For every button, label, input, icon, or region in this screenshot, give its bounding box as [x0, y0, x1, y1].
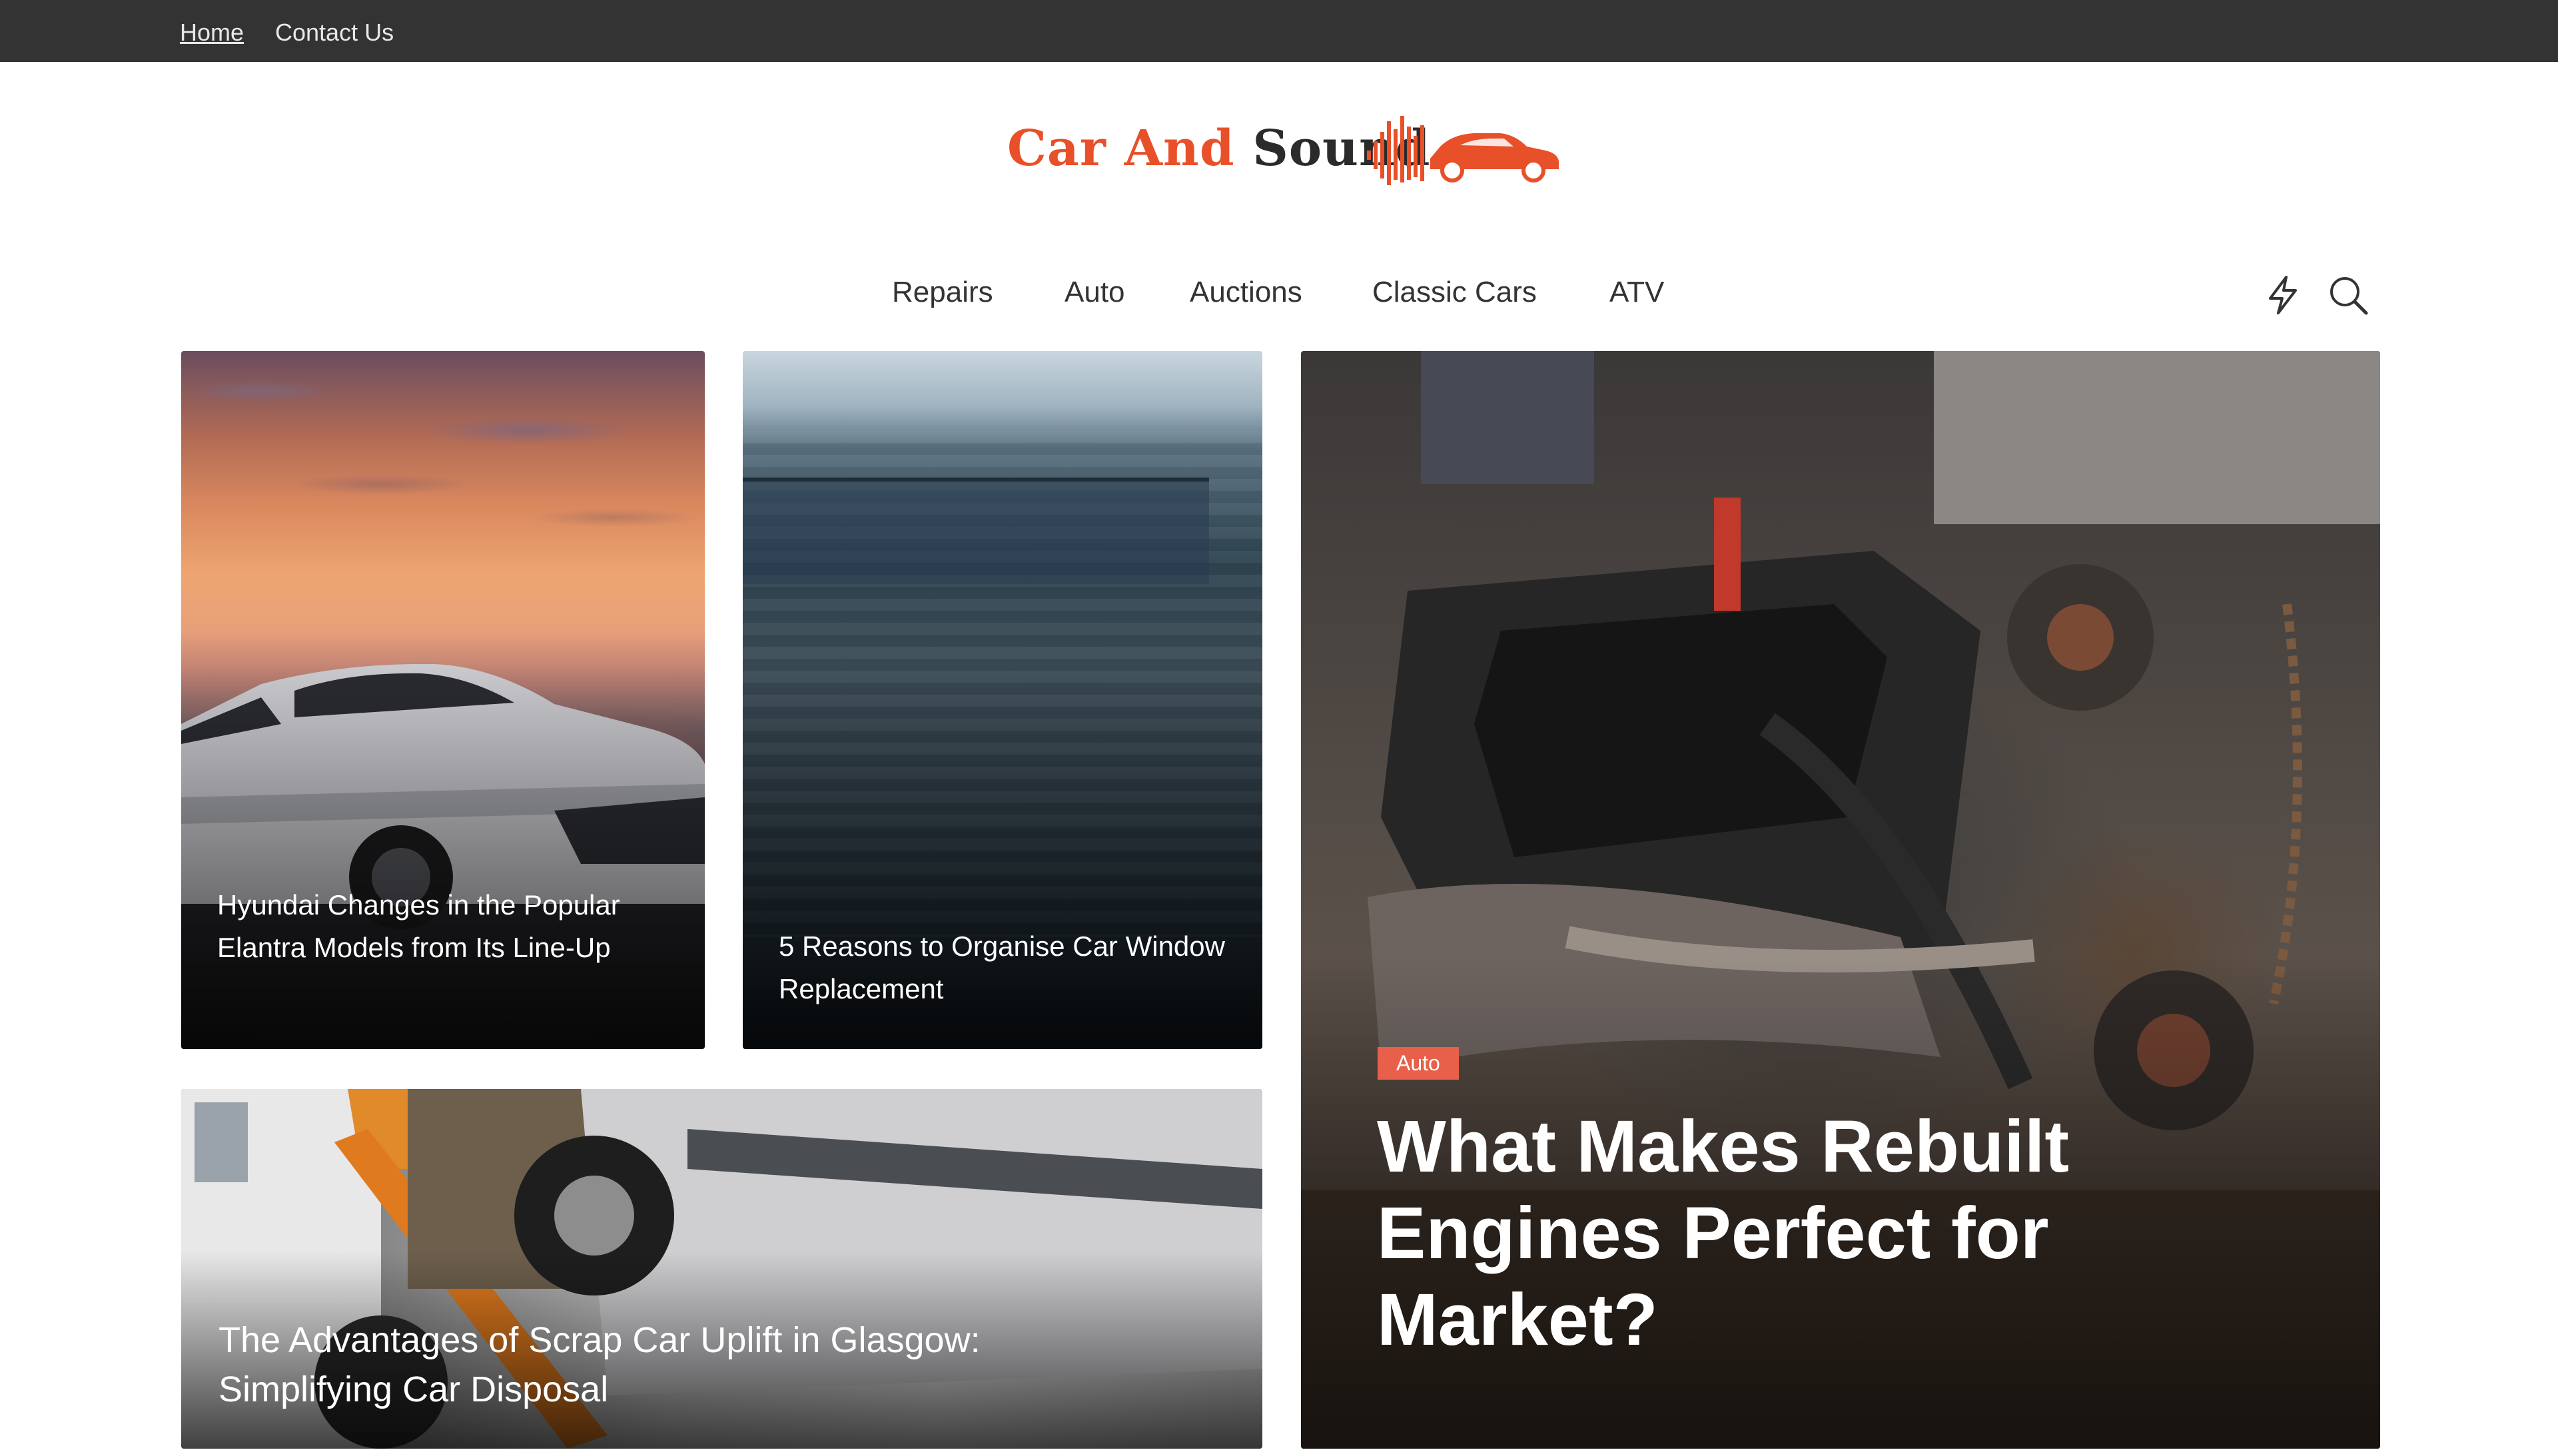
logo-word-and: And	[1124, 120, 1235, 177]
post-title[interactable]: Hyundai Changes in the Popular Elantra M…	[217, 884, 670, 969]
search-icon[interactable]	[2325, 272, 2371, 318]
nav-item-auctions[interactable]: Auctions	[1190, 276, 1302, 309]
post-title[interactable]: 5 Reasons to Organise Car Window Replace…	[779, 925, 1238, 1010]
featured-post-card[interactable]: Auto What Makes Rebuilt Engines Perfect …	[1301, 351, 2380, 1449]
post-card-scrap-car[interactable]: The Advantages of Scrap Car Uplift in Gl…	[181, 1089, 1262, 1449]
nav-item-auto[interactable]: Auto	[1065, 276, 1125, 309]
nav-item-atv[interactable]: ATV	[1609, 276, 1664, 309]
main-nav: Repairs Auto Auctions Classic Cars ATV	[0, 272, 2558, 316]
bolt-icon[interactable]	[2260, 272, 2306, 318]
category-badge[interactable]: Auto	[1378, 1047, 1459, 1080]
post-card-hyundai[interactable]: Hyundai Changes in the Popular Elantra M…	[181, 351, 705, 1049]
logo-word-car: Car	[1007, 120, 1106, 177]
featured-post-title[interactable]: What Makes Rebuilt Engines Perfect for M…	[1377, 1104, 2243, 1363]
topbar-link-home[interactable]: Home	[180, 19, 244, 47]
car-soundwave-logo-icon	[1367, 116, 1559, 185]
top-bar: Home Contact Us	[0, 0, 2558, 62]
site-logo[interactable]: Car And Sound	[1007, 112, 1560, 185]
topbar-link-contact[interactable]: Contact Us	[275, 19, 394, 47]
nav-item-repairs[interactable]: Repairs	[892, 276, 993, 309]
nav-item-classic-cars[interactable]: Classic Cars	[1372, 276, 1537, 309]
post-card-window[interactable]: 5 Reasons to Organise Car Window Replace…	[743, 351, 1262, 1049]
post-title[interactable]: The Advantages of Scrap Car Uplift in Gl…	[218, 1315, 1151, 1414]
